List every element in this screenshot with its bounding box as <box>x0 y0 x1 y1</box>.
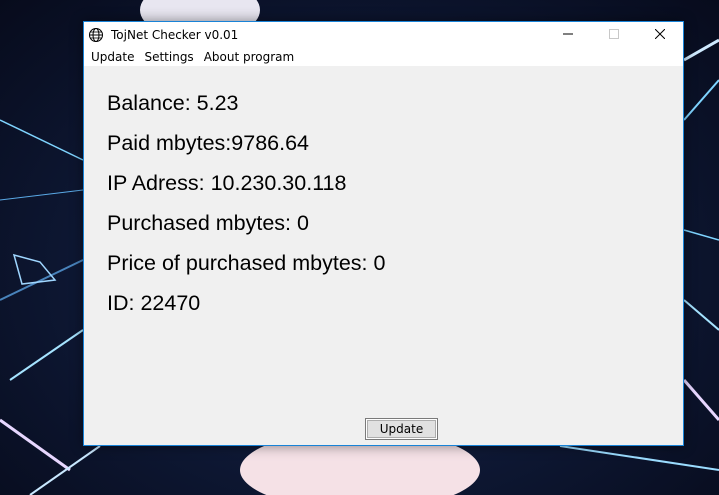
minimize-button[interactable] <box>545 22 591 47</box>
app-window: TojNet Checker v0.01 Update Settings Abo… <box>83 21 684 446</box>
purchased-mbytes-label: Purchased mbytes: 0 <box>107 211 309 235</box>
window-title: TojNet Checker v0.01 <box>111 27 239 42</box>
menu-update[interactable]: Update <box>86 50 139 64</box>
minimize-icon <box>563 26 573 44</box>
maximize-icon <box>609 26 619 44</box>
globe-icon <box>88 27 104 43</box>
title-bar[interactable]: TojNet Checker v0.01 <box>84 22 683 47</box>
price-purchased-label: Price of purchased mbytes: 0 <box>107 251 386 275</box>
balance-label: Balance: 5.23 <box>107 91 239 115</box>
window-controls <box>545 22 683 47</box>
paid-mbytes-label: Paid mbytes:9786.64 <box>107 131 309 155</box>
id-label: ID: 22470 <box>107 291 201 315</box>
menu-about-program[interactable]: About program <box>199 50 300 64</box>
close-button[interactable] <box>637 22 683 47</box>
close-icon <box>654 26 666 44</box>
update-button[interactable]: Update <box>365 418 438 440</box>
maximize-button[interactable] <box>591 22 637 47</box>
info-panel: Balance: 5.23 Paid mbytes:9786.64 IP Adr… <box>107 88 385 328</box>
menu-settings[interactable]: Settings <box>139 50 198 64</box>
menu-bar: Update Settings About program <box>84 47 683 66</box>
ip-address-label: IP Adress: 10.230.30.118 <box>107 171 347 195</box>
